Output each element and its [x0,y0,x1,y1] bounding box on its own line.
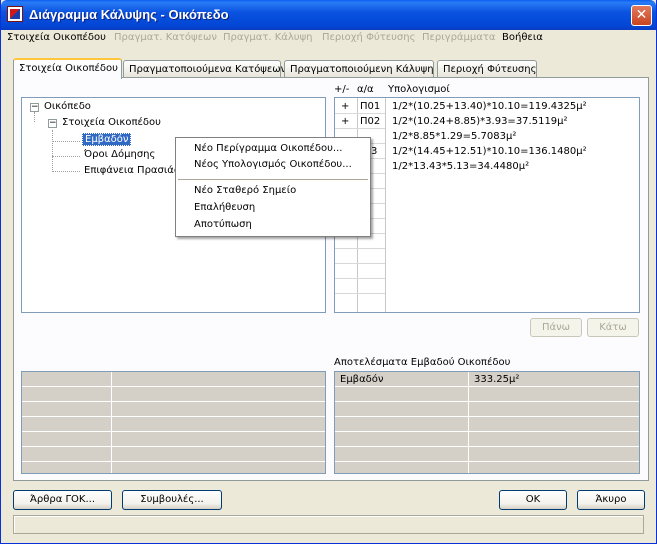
row-formula[interactable]: 1/2*(14.45+12.51)*10.10=136.1480μ² [392,146,587,157]
collapse-icon[interactable]: − [48,119,57,128]
grid-row [22,461,325,462]
tree-root[interactable]: Οικόπεδο [44,101,91,112]
menu-item-coverage[interactable]: Πραγματ. Κάλυψη [223,32,313,43]
grid-row [335,416,639,417]
menu-item-floor-plans[interactable]: Πραγματ. Κατόψεων [114,32,217,43]
tree-connector [34,112,35,122]
tab-coverage[interactable]: Πραγματοποιούμενη Κάλυψη [284,60,434,78]
tree-connector [52,141,80,142]
menu-item-plot-data[interactable]: Στοιχεία Οικοπέδου [7,32,106,43]
window-title: Διάγραμμα Κάλυψης - Οικόπεδο [29,7,229,22]
advice-button[interactable]: Συμβουλές... [122,490,222,510]
tree-connector [52,171,80,172]
header-sign: +/- [334,84,350,95]
row-id[interactable]: Π02 [360,116,380,127]
grid-row [335,386,639,387]
row-divider [335,113,385,114]
tree-leaf-front-yard[interactable]: Επιφάνεια Πρασιάς [84,165,180,176]
menu-survey[interactable]: Αποτύπωση [194,219,252,230]
info-grid [21,371,326,474]
header-formula: Υπολογισμοί [388,84,450,95]
tree-connector [52,156,80,157]
grid-row [22,431,325,432]
menu-new-plot-calculation[interactable]: Νέος Υπολογισμός Οικοπέδου... [194,159,352,170]
ok-button[interactable]: OK [499,490,567,510]
tree-leaf-building-terms[interactable]: Όροι Δόμησης [84,149,155,160]
title-bar[interactable]: Διάγραμμα Κάλυψης - Οικόπεδο ✕ [1,0,656,30]
menu-item-outlines[interactable]: Περιγράμματα [422,32,495,43]
header-id: α/α [357,84,374,95]
row-formula[interactable]: 1/2*(10.25+13.40)*10.10=119.4325μ² [392,101,587,112]
grid-row [335,431,639,432]
row-divider [335,278,385,279]
close-button[interactable]: ✕ [631,5,652,26]
menu-item-help[interactable]: Βοήθεια [502,32,543,43]
status-bar [13,515,644,534]
menu-new-fixed-point[interactable]: Νέο Σταθερό Σημείο [194,185,296,196]
cancel-button[interactable]: Άκυρο [577,490,645,510]
tab-planting[interactable]: Περιοχή Φύτευσης [437,60,537,78]
grid-row [22,386,325,387]
grid-row [22,416,325,417]
grid-column [111,372,112,473]
gok-articles-button[interactable]: Άρθρα ΓΟΚ... [13,490,112,510]
tree-node-plot-data[interactable]: Στοιχεία Οικοπέδου [62,117,161,128]
row-sign: + [341,116,350,127]
move-up-button[interactable]: Πάνω [530,318,582,337]
menu-verification[interactable]: Επαλήθευση [194,202,255,213]
move-down-button[interactable]: Κάτω [587,318,639,337]
row-divider [335,248,385,249]
row-formula[interactable]: 1/2*(10.24+8.85)*3.93=37.5119μ² [392,116,568,127]
row-formula[interactable]: 1/2*8.85*1.29=5.7083μ² [392,131,516,142]
grid-column [468,372,469,473]
tree-connector [52,130,53,172]
result-name: Εμβαδόν [340,374,384,385]
column-divider [385,98,386,312]
grid-row [22,401,325,402]
result-value: 333.25μ² [474,374,520,385]
tab-plot-data[interactable]: Στοιχεία Οικοπέδου [13,58,122,79]
row-sign: + [341,101,350,112]
row-divider [335,128,385,129]
menu-new-plot-outline[interactable]: Νέο Περίγραμμα Οικοπέδου... [194,143,342,154]
menu-separator [178,179,368,180]
grid-row [335,461,639,462]
grid-row [335,446,639,447]
row-id[interactable]: 3 [371,146,377,157]
row-divider [335,263,385,264]
calculations-list[interactable]: + Π01 1/2*(10.25+13.40)*10.10=119.4325μ²… [334,97,640,313]
row-formula[interactable]: 1/2*13.43*5.13=34.4480μ² [392,161,529,172]
results-grid: Εμβαδόν 333.25μ² [334,371,640,474]
dialog-window: Διάγραμμα Κάλυψης - Οικόπεδο ✕ Στοιχεία … [0,0,657,544]
menu-item-planting[interactable]: Περιοχή Φύτευσης [322,32,415,43]
app-logo-icon [7,6,23,22]
grid-row [22,446,325,447]
grid-row [335,401,639,402]
row-id[interactable]: Π01 [360,101,380,112]
row-divider [335,293,385,294]
tree-leaf-area[interactable]: Εμβαδόν [82,133,132,146]
menu-bar: Στοιχεία Οικοπέδου Πραγματ. Κατόψεων Πρα… [1,30,656,48]
context-menu: Νέο Περίγραμμα Οικοπέδου... Νέος Υπολογι… [175,137,371,237]
collapse-icon[interactable]: − [30,103,39,112]
tab-floor-plans[interactable]: Πραγματοποιούμενα Κατόψεων [123,60,286,78]
results-label: Αποτελέσματα Εμβαδού Οικοπέδου [334,357,511,368]
